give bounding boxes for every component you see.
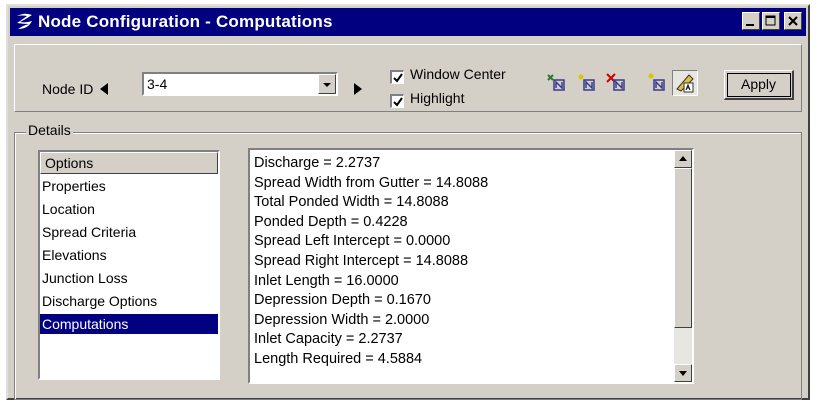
result-spread-width-from-gutter: Spread Width from Gutter = 14.8088 <box>254 174 489 191</box>
node-id-combobox[interactable]: 3-4 <box>142 72 338 96</box>
apply-button[interactable]: Apply <box>724 70 794 100</box>
maximize-icon <box>765 15 776 26</box>
window-title: Node Configuration - Computations <box>38 12 333 31</box>
add-node-tool-button[interactable] <box>544 70 570 96</box>
minimize-button[interactable] <box>742 12 760 30</box>
right-arrow-icon[interactable] <box>354 83 362 95</box>
app-logo-icon <box>17 13 32 29</box>
review-tool-button[interactable] <box>672 70 698 96</box>
place-node-tool-button[interactable] <box>574 70 600 96</box>
close-button[interactable] <box>784 12 802 30</box>
checkmark-icon <box>393 97 403 107</box>
checkmark-icon <box>393 73 403 83</box>
result-depression-depth: Depression Depth = 0.1670 <box>254 292 431 309</box>
option-elevations[interactable]: Elevations <box>40 245 218 265</box>
node-configuration-window: Node Configuration - Computations Node I… <box>6 4 810 400</box>
node-id-value: 3-4 <box>147 76 168 92</box>
window-center-label: Window Center <box>410 66 506 82</box>
left-arrow-icon[interactable] <box>100 83 108 95</box>
options-header[interactable]: Options <box>40 152 218 174</box>
review-icon <box>676 74 694 93</box>
option-properties[interactable]: Properties <box>40 176 218 196</box>
window-center-checkbox[interactable] <box>390 70 404 84</box>
option-location[interactable]: Location <box>40 199 218 219</box>
results-text: Discharge = 2.2737 Spread Width from Gut… <box>254 154 488 370</box>
select-node-tool-button[interactable] <box>644 70 670 96</box>
delete-node-tool-button[interactable] <box>604 70 630 96</box>
details-legend: Details <box>26 122 73 138</box>
result-inlet-length: Inlet Length = 16.0000 <box>254 272 399 289</box>
result-depression-width: Depression Width = 2.0000 <box>254 311 430 328</box>
scroll-thumb[interactable] <box>674 168 692 328</box>
result-ponded-depth: Ponded Depth = 0.4228 <box>254 213 408 230</box>
title-bar[interactable]: Node Configuration - Computations <box>10 8 806 36</box>
computations-results-list[interactable]: Discharge = 2.2737 Spread Width from Gut… <box>248 148 694 384</box>
options-list: Options Properties Location Spread Crite… <box>38 150 220 380</box>
maximize-button[interactable] <box>762 12 780 30</box>
scroll-down-icon <box>679 371 687 376</box>
minimize-icon <box>746 24 754 26</box>
vertical-scrollbar[interactable] <box>674 150 692 382</box>
result-inlet-capacity: Inlet Capacity = 2.2737 <box>254 331 403 348</box>
scroll-down-button[interactable] <box>674 364 692 382</box>
result-length-required: Length Required = 4.5884 <box>254 350 423 367</box>
option-discharge-options[interactable]: Discharge Options <box>40 291 218 311</box>
delete-node-icon <box>606 73 625 91</box>
close-icon <box>788 16 798 26</box>
place-node-icon <box>578 74 595 91</box>
node-id-label: Node ID <box>42 81 94 97</box>
scroll-up-button[interactable] <box>674 150 692 168</box>
highlight-checkbox[interactable] <box>390 94 404 108</box>
chevron-down-icon <box>323 83 331 87</box>
result-discharge: Discharge = 2.2737 <box>254 155 381 171</box>
result-spread-right-intercept: Spread Right Intercept = 14.8088 <box>254 252 469 269</box>
result-total-ponded-width: Total Ponded Width = 14.8088 <box>254 194 449 211</box>
scroll-up-icon <box>679 156 687 161</box>
option-junction-loss[interactable]: Junction Loss <box>40 268 218 288</box>
highlight-label: Highlight <box>410 90 465 106</box>
select-node-icon <box>648 73 665 91</box>
option-spread-criteria[interactable]: Spread Criteria <box>40 222 218 242</box>
add-node-icon <box>547 74 565 91</box>
option-computations[interactable]: Computations <box>40 314 218 334</box>
result-spread-left-intercept: Spread Left Intercept = 0.0000 <box>254 233 451 250</box>
combo-dropdown-button[interactable] <box>318 74 336 94</box>
